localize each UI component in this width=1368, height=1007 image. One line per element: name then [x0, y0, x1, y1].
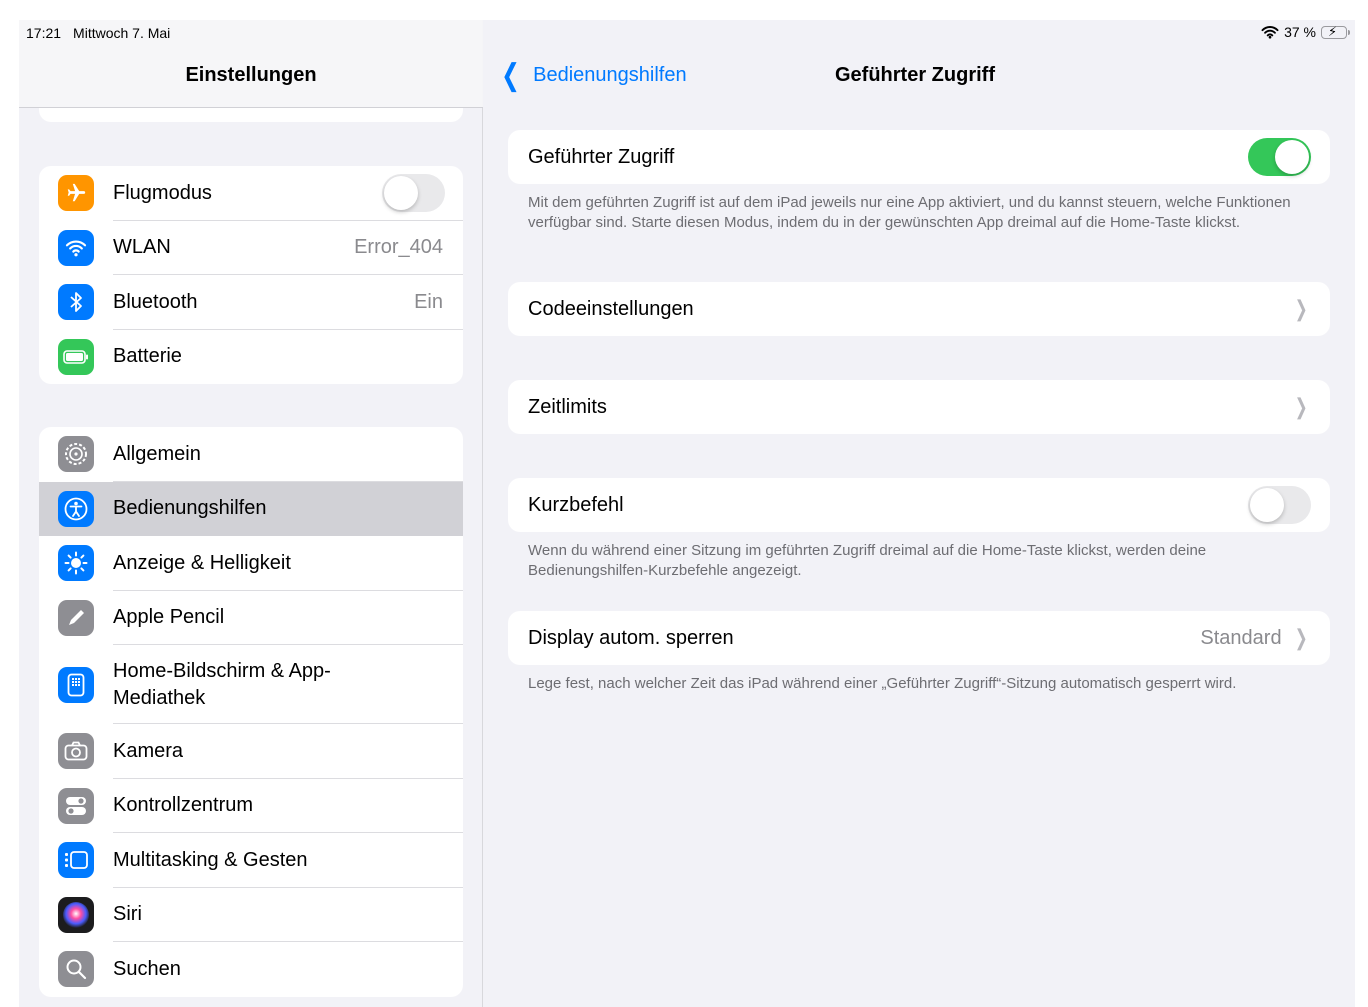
sidebar-item-label: Apple Pencil	[113, 606, 225, 629]
auto-lock-description: Lege fest, nach welcher Zeit das iPad wä…	[528, 675, 1237, 692]
shortcut-toggle[interactable]	[1248, 486, 1311, 524]
bluetooth-icon	[58, 284, 94, 321]
sidebar-item-label: Siri	[113, 903, 142, 926]
sidebar-item-label: Bedienungshilfen	[113, 497, 267, 520]
status-indicators: 37 % ⚡	[1261, 24, 1350, 40]
airplane-icon	[58, 175, 94, 212]
sidebar-item-apple-pencil[interactable]: Apple Pencil	[39, 591, 463, 646]
status-time: 17:21	[26, 25, 62, 41]
status-time-date: 17:21 Mittwoch 7. Mai	[26, 25, 170, 41]
sidebar-item-label: Home-Bildschirm & App-Mediathek	[113, 659, 331, 709]
sidebar-item-kontrollzentrum[interactable]: Kontrollzentrum	[39, 779, 463, 834]
sidebar-item-suchen[interactable]: Suchen	[39, 942, 463, 997]
time-limits-label: Zeitlimits	[528, 395, 607, 418]
sidebar-group-connectivity: Flugmodus WLAN Error_404 Bluetooth Ein B…	[39, 166, 463, 384]
sidebar-header: 17:21 Mittwoch 7. Mai Einstellungen	[19, 20, 483, 108]
battery-icon	[58, 338, 94, 375]
sidebar-title: Einstellungen	[185, 64, 317, 86]
bluetooth-status-value: Ein	[414, 290, 443, 313]
sidebar-item-label: Bluetooth	[113, 290, 198, 313]
wifi-icon	[58, 229, 94, 266]
guided-access-row[interactable]: Geführter Zugriff	[508, 130, 1330, 184]
sidebar-item-flugmodus[interactable]: Flugmodus	[39, 166, 463, 221]
sidebar-item-siri[interactable]: Siri	[39, 888, 463, 943]
time-limits-row[interactable]: Zeitlimits ❯	[508, 380, 1330, 434]
siri-icon	[58, 896, 94, 933]
auto-lock-value: Standard	[1200, 626, 1282, 649]
battery-charging-icon: ⚡	[1321, 24, 1350, 39]
sidebar-item-kamera[interactable]: Kamera	[39, 724, 463, 779]
sidebar-item-label: Kontrollzentrum	[113, 794, 254, 817]
detail-pane: 37 % ⚡ ❮ Bedienungshilfen Geführter Zugr…	[484, 20, 1355, 1007]
camera-icon	[58, 733, 94, 770]
pencil-icon	[58, 599, 94, 636]
accessibility-icon	[58, 490, 94, 527]
sidebar-group-general: Allgemein Bedienungshilfen Anzeige & Hel…	[39, 427, 463, 997]
sidebar-item-label: Batterie	[113, 345, 182, 368]
chevron-right-icon: ❯	[1294, 296, 1308, 321]
guided-access-description: Mit dem geführten Zugriff ist auf dem iP…	[528, 194, 1291, 231]
multitasking-icon	[58, 842, 94, 879]
settings-sidebar: 17:21 Mittwoch 7. Mai Einstellungen Flugm…	[19, 20, 483, 1007]
back-button[interactable]: ❮ Bedienungshilfen	[498, 58, 687, 92]
search-icon	[58, 951, 94, 988]
sidebar-item-label: Kamera	[113, 739, 184, 762]
status-date: Mittwoch 7. Mai	[73, 25, 171, 41]
sidebar-item-anzeige-helligkeit[interactable]: Anzeige & Helligkeit	[39, 536, 463, 591]
sidebar-item-bluetooth[interactable]: Bluetooth Ein	[39, 275, 463, 330]
shortcut-description: Wenn du während einer Sitzung im geführt…	[528, 542, 1207, 579]
sidebar-item-wlan[interactable]: WLAN Error_404	[39, 221, 463, 276]
passcode-settings-row[interactable]: Codeeinstellungen ❯	[508, 282, 1330, 336]
auto-lock-label: Display autom. sperren	[528, 626, 734, 649]
passcode-settings-label: Codeeinstellungen	[528, 297, 694, 320]
sidebar-item-label: WLAN	[113, 236, 171, 259]
wlan-network-value: Error_404	[354, 236, 443, 259]
sidebar-scrolled-group-end	[39, 108, 463, 122]
sidebar-item-label: Multitasking & Gesten	[113, 848, 308, 871]
chevron-right-icon: ❯	[1294, 625, 1308, 650]
flugmodus-toggle[interactable]	[382, 174, 445, 213]
home-screen-icon	[58, 666, 94, 703]
chevron-right-icon: ❯	[1294, 394, 1308, 419]
guided-access-toggle[interactable]	[1248, 138, 1311, 176]
gear-icon	[58, 436, 94, 473]
guided-access-label: Geführter Zugriff	[528, 145, 675, 168]
ipad-screen: 17:21 Mittwoch 7. Mai Einstellungen Flugm…	[19, 20, 1355, 1007]
sidebar-item-label: Anzeige & Helligkeit	[113, 551, 291, 574]
auto-lock-row[interactable]: Display autom. sperren Standard ❯	[508, 611, 1330, 665]
sidebar-item-multitasking[interactable]: Multitasking & Gesten	[39, 833, 463, 888]
wifi-status-icon	[1261, 25, 1279, 39]
back-button-label: Bedienungshilfen	[533, 64, 687, 86]
sidebar-item-label: Allgemein	[113, 442, 201, 465]
page-title: Geführter Zugriff	[835, 64, 995, 86]
sidebar-item-bedienungshilfen[interactable]: Bedienungshilfen	[39, 481, 463, 536]
sun-icon	[58, 545, 94, 582]
shortcut-label: Kurzbefehl	[528, 493, 624, 516]
sidebar-item-label: Flugmodus	[113, 181, 212, 204]
control-center-icon	[58, 787, 94, 824]
battery-percentage: 37 %	[1284, 24, 1316, 40]
shortcut-row[interactable]: Kurzbefehl	[508, 478, 1330, 532]
sidebar-item-home-bildschirm[interactable]: Home-Bildschirm & App-Mediathek	[39, 645, 463, 724]
sidebar-item-batterie[interactable]: Batterie	[39, 330, 463, 385]
chevron-left-icon: ❮	[501, 58, 520, 92]
sidebar-item-allgemein[interactable]: Allgemein	[39, 427, 463, 482]
sidebar-item-label: Suchen	[113, 957, 181, 980]
